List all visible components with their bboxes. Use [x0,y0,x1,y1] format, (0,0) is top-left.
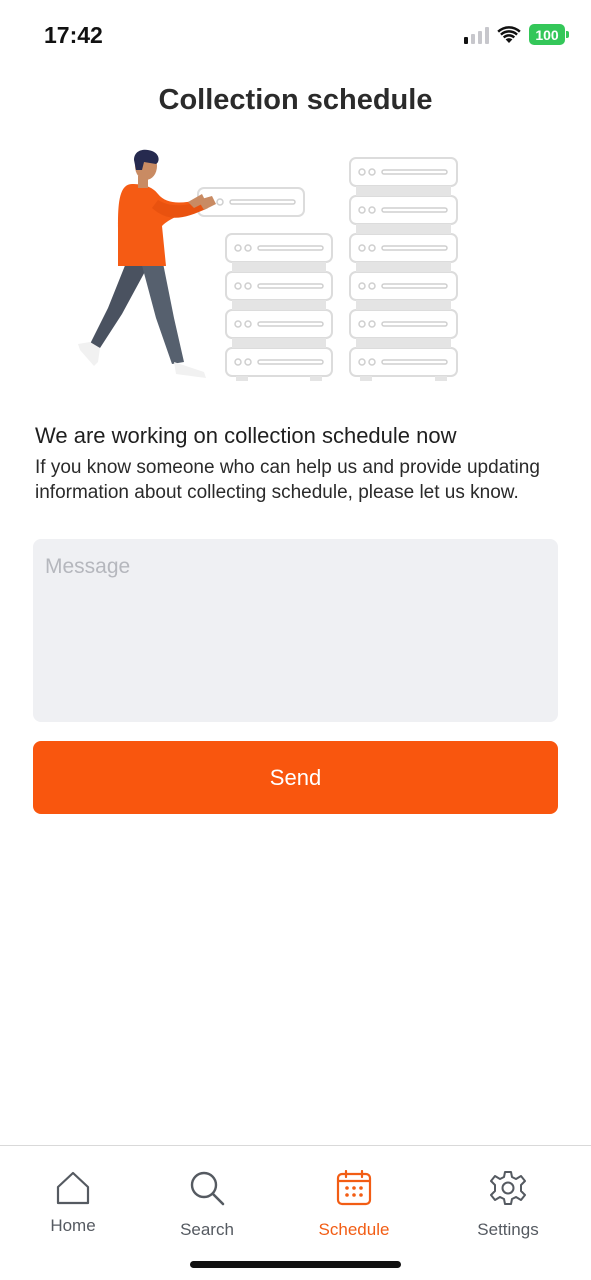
tab-search[interactable]: Search [152,1168,262,1240]
send-button[interactable]: Send [33,741,558,814]
screen: 17:42 100 Collection schedule We are wor… [0,0,591,1280]
page-title: Collection schedule [158,84,433,116]
tab-schedule-label: Schedule [318,1220,390,1239]
info-body: If you know someone who can help us and … [35,457,540,503]
tab-home-label: Home [50,1216,96,1235]
tab-schedule[interactable]: Schedule [299,1168,409,1240]
status-bar: 17:42 100 [0,0,591,70]
tab-settings[interactable]: Settings [453,1168,563,1240]
battery-icon: 100 [529,24,569,45]
message-input[interactable] [33,539,558,722]
status-time: 17:42 [44,22,103,48]
battery-level: 100 [529,24,565,45]
home-indicator [190,1261,401,1268]
search-icon [187,1168,227,1208]
info-heading: We are working on collection schedule no… [35,423,457,448]
tab-settings-label: Settings [477,1220,539,1239]
home-icon [53,1168,93,1208]
tab-search-label: Search [180,1220,234,1239]
status-icons: 100 [464,24,569,45]
person-with-server-racks-illustration [78,149,458,381]
tab-home[interactable]: Home [18,1168,128,1236]
calendar-icon [334,1168,374,1208]
wifi-icon [497,25,521,43]
gear-icon [488,1168,528,1208]
tab-bar: Home Search Schedule Settings [0,1145,591,1280]
signal-icon [464,26,489,44]
